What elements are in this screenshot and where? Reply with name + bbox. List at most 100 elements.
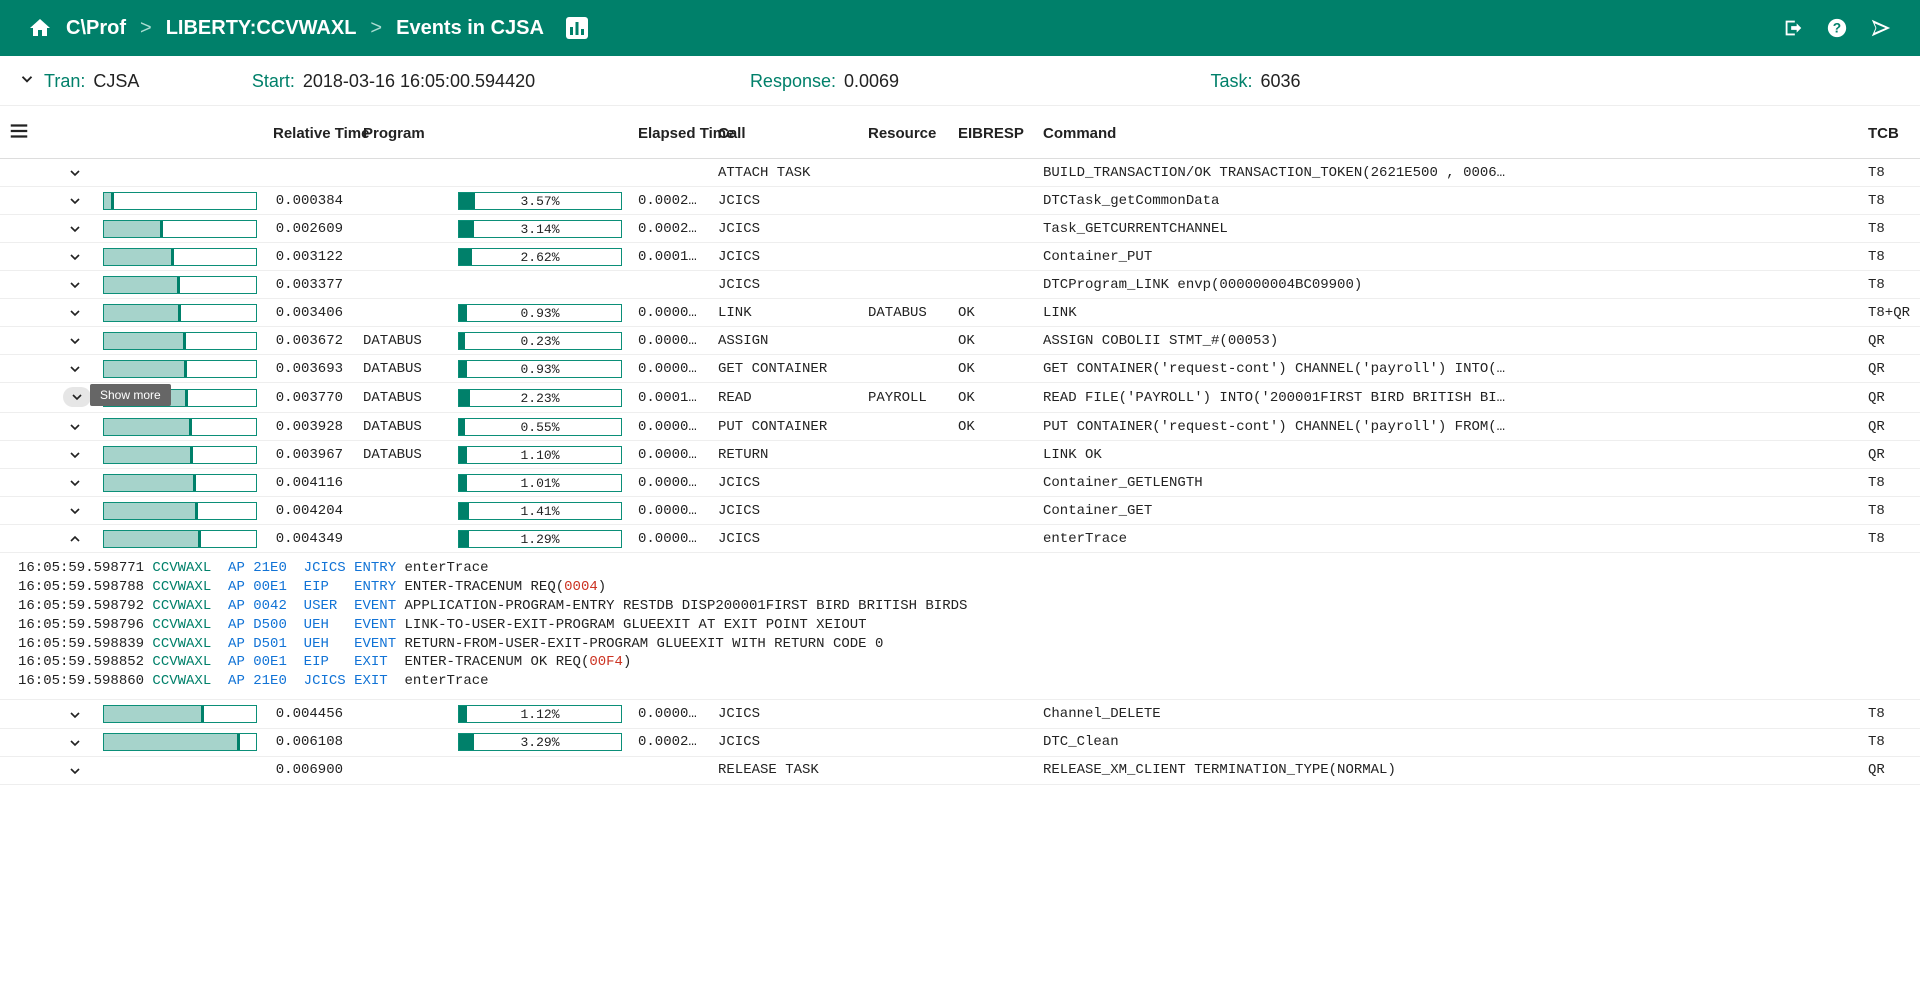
trace-detail: 16:05:59.598771 CCVWAXL AP 21E0 JCICS EN… bbox=[0, 553, 1920, 700]
cell-program: DATABUS bbox=[355, 327, 450, 355]
row-expand-toggle[interactable] bbox=[55, 271, 95, 299]
col-program[interactable]: Program bbox=[355, 106, 450, 159]
logout-icon[interactable] bbox=[1782, 17, 1804, 39]
app-header: C\Prof > LIBERTY:CCVWAXL > Events in CJS… bbox=[0, 0, 1920, 56]
col-resource[interactable]: Resource bbox=[860, 106, 950, 159]
row-expand-toggle[interactable] bbox=[55, 469, 95, 497]
cell-elapsed: 0.000217 bbox=[630, 215, 710, 243]
cell-resource bbox=[860, 700, 950, 728]
row-expand-toggle[interactable] bbox=[55, 756, 95, 784]
cell-tcb: QR bbox=[1860, 355, 1920, 383]
cell-program bbox=[355, 159, 450, 187]
cell-command: DTC_Clean bbox=[1035, 728, 1860, 756]
cell-tcb: QR bbox=[1860, 756, 1920, 784]
table-row: ATTACH TASK BUILD_TRANSACTION/OK TRANSAC… bbox=[0, 159, 1920, 187]
cell-command: PUT CONTAINER('request-cont') CHANNEL('p… bbox=[1035, 413, 1860, 441]
row-expand-toggle[interactable] bbox=[55, 299, 95, 327]
breadcrumb-app[interactable]: C\Prof bbox=[66, 17, 126, 40]
summary-tran-value: CJSA bbox=[93, 71, 139, 92]
row-expand-toggle[interactable] bbox=[55, 497, 95, 525]
cell-program bbox=[355, 728, 450, 756]
col-call[interactable]: Call bbox=[710, 106, 860, 159]
send-icon[interactable] bbox=[1870, 17, 1892, 39]
row-expand-toggle[interactable] bbox=[55, 383, 95, 413]
cell-tcb: T8 bbox=[1860, 525, 1920, 553]
cell-tcb: T8 bbox=[1860, 497, 1920, 525]
elapsed-time-bar: 1.41% bbox=[458, 502, 622, 520]
cell-command: Container_PUT bbox=[1035, 243, 1860, 271]
help-icon[interactable]: ? bbox=[1826, 17, 1848, 39]
cell-tcb: QR bbox=[1860, 413, 1920, 441]
cell-command: READ FILE('PAYROLL') INTO('200001FIRST B… bbox=[1035, 383, 1860, 413]
summary-expand-toggle[interactable] bbox=[18, 70, 36, 93]
summary-start-label: Start: bbox=[252, 71, 295, 92]
col-tcb[interactable]: TCB bbox=[1860, 106, 1920, 159]
cell-command: RELEASE_XM_CLIENT TERMINATION_TYPE(NORMA… bbox=[1035, 756, 1860, 784]
relative-time-bar bbox=[103, 530, 257, 548]
cell-eibresp: OK bbox=[950, 383, 1035, 413]
col-elapsed-time[interactable]: Elapsed Time bbox=[630, 106, 710, 159]
cell-program bbox=[355, 756, 450, 784]
cell-eibresp: OK bbox=[950, 355, 1035, 383]
cell-eibresp: OK bbox=[950, 413, 1035, 441]
cell-relative-time: 0.003377 bbox=[265, 271, 355, 299]
row-expand-toggle[interactable] bbox=[55, 187, 95, 215]
row-expand-toggle[interactable] bbox=[55, 215, 95, 243]
relative-time-bar bbox=[103, 502, 257, 520]
cell-elapsed: 0.000064 bbox=[630, 299, 710, 327]
row-expand-toggle[interactable] bbox=[55, 525, 95, 553]
row-expand-toggle[interactable] bbox=[55, 327, 95, 355]
cell-call: JCICS bbox=[710, 215, 860, 243]
cell-resource bbox=[860, 215, 950, 243]
relative-time-bar bbox=[103, 276, 257, 294]
cell-call: LINK bbox=[710, 299, 860, 327]
cell-program bbox=[355, 469, 450, 497]
row-expand-toggle[interactable] bbox=[55, 159, 95, 187]
relative-time-bar bbox=[103, 418, 257, 436]
row-expand-toggle[interactable] bbox=[55, 728, 95, 756]
row-expand-toggle[interactable] bbox=[55, 700, 95, 728]
cell-tcb: T8 bbox=[1860, 159, 1920, 187]
col-eibresp[interactable]: EIBRESP bbox=[950, 106, 1035, 159]
row-expand-toggle[interactable] bbox=[55, 243, 95, 271]
menu-icon[interactable] bbox=[8, 129, 30, 146]
col-relative-time[interactable]: Relative Time bbox=[265, 106, 355, 159]
elapsed-time-bar: 2.23% bbox=[458, 389, 622, 407]
cell-eibresp bbox=[950, 497, 1035, 525]
cell-elapsed: 0.000016 bbox=[630, 327, 710, 355]
cell-relative-time: 0.003122 bbox=[265, 243, 355, 271]
table-row: 0.006108 3.29% 0.000227 JCICS DTC_Clean … bbox=[0, 728, 1920, 756]
relative-time-bar bbox=[103, 332, 257, 350]
col-command[interactable]: Command bbox=[1035, 106, 1860, 159]
cell-call: JCICS bbox=[710, 497, 860, 525]
relative-time-bar bbox=[103, 220, 257, 238]
breadcrumb-sep: > bbox=[370, 17, 382, 40]
breadcrumb-system[interactable]: LIBERTY:CCVWAXL bbox=[166, 17, 357, 40]
cell-call: GET CONTAINER bbox=[710, 355, 860, 383]
elapsed-time-bar: 3.57% bbox=[458, 192, 622, 210]
row-expand-toggle[interactable] bbox=[55, 441, 95, 469]
cell-resource bbox=[860, 728, 950, 756]
cell-relative-time: 0.004116 bbox=[265, 469, 355, 497]
cell-tcb: T8+QR bbox=[1860, 299, 1920, 327]
cell-relative-time: 0.003967 bbox=[265, 441, 355, 469]
table-row: 0.003122 2.62% 0.000181 JCICS Container_… bbox=[0, 243, 1920, 271]
cell-eibresp bbox=[950, 525, 1035, 553]
table-header: Relative Time Program Elapsed Time Call … bbox=[0, 106, 1920, 159]
cell-command: DTCTask_getCommonData bbox=[1035, 187, 1860, 215]
cell-program: DATABUS bbox=[355, 413, 450, 441]
cell-program bbox=[355, 243, 450, 271]
cell-program bbox=[355, 497, 450, 525]
row-expand-toggle[interactable] bbox=[55, 413, 95, 441]
cell-eibresp bbox=[950, 469, 1035, 497]
elapsed-time-bar: 0.93% bbox=[458, 304, 622, 322]
row-expand-toggle[interactable] bbox=[55, 355, 95, 383]
chart-icon[interactable] bbox=[564, 15, 590, 41]
cell-relative-time: 0.000384 bbox=[265, 187, 355, 215]
cell-relative-time: 0.004456 bbox=[265, 700, 355, 728]
cell-resource bbox=[860, 187, 950, 215]
home-icon[interactable] bbox=[28, 16, 52, 40]
cell-call: JCICS bbox=[710, 700, 860, 728]
cell-resource bbox=[860, 413, 950, 441]
cell-tcb: QR bbox=[1860, 327, 1920, 355]
